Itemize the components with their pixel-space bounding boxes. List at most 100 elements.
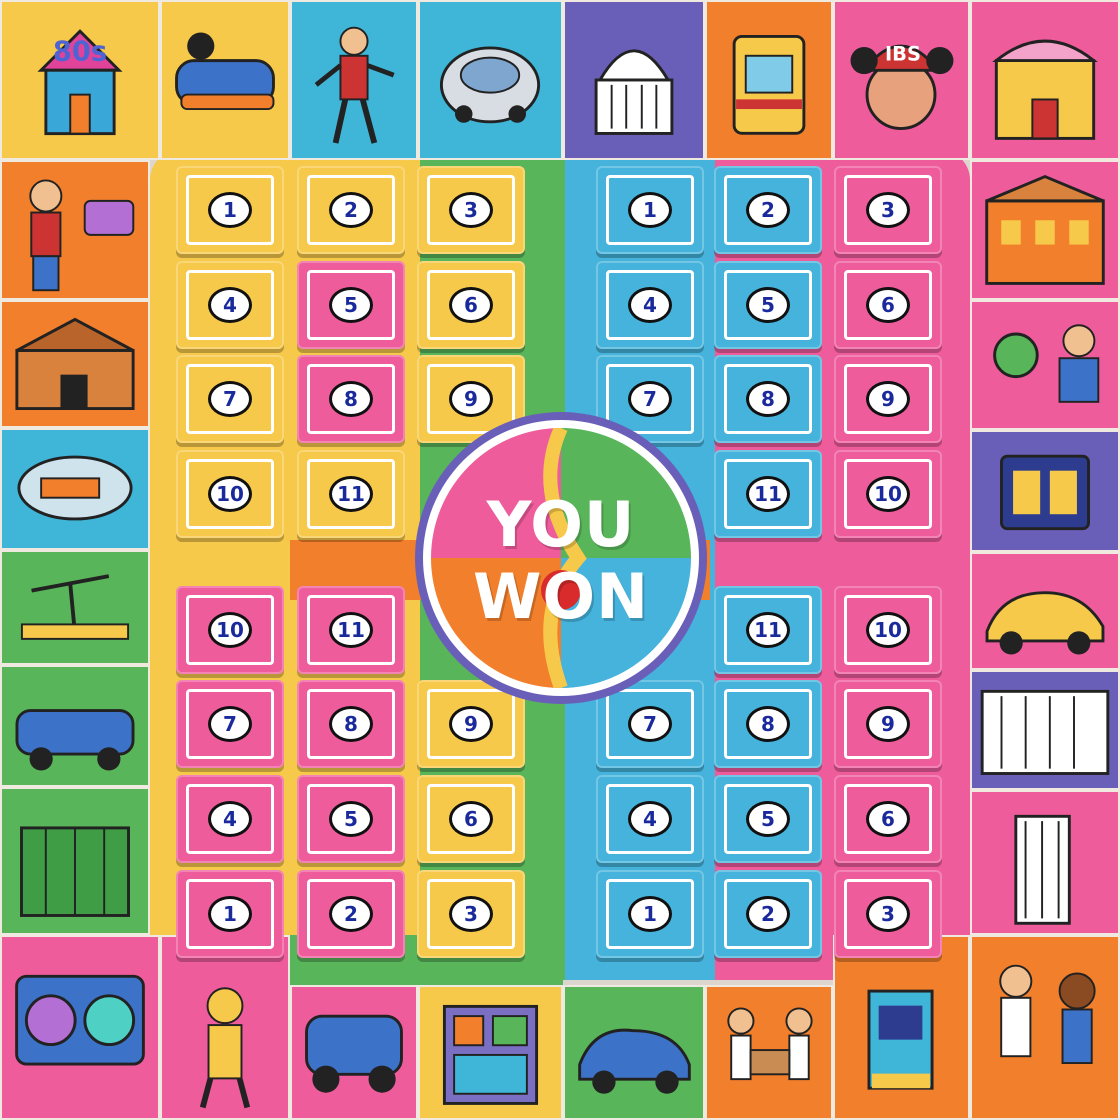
cell-number: 7 — [628, 706, 672, 742]
board-cell-top-left-7[interactable]: 7 — [176, 355, 284, 443]
cell-number: 1 — [208, 896, 252, 932]
tower-building-icon — [970, 160, 1120, 300]
cell-number: 10 — [208, 612, 252, 648]
theater-building-icon — [970, 0, 1120, 160]
cell-number: 11 — [329, 476, 373, 512]
board-cell-bottom-left-3[interactable]: 3 — [417, 870, 525, 958]
board-cell-bottom-left-7[interactable]: 7 — [176, 680, 284, 768]
board-cell-top-left-11[interactable]: 11 — [297, 450, 405, 538]
cell-number: 9 — [866, 381, 910, 417]
cell-number: 1 — [628, 192, 672, 228]
cell-number: 1 — [628, 896, 672, 932]
retro-car-icon — [0, 550, 150, 665]
cell-number: 8 — [746, 381, 790, 417]
board-cell-top-left-4[interactable]: 4 — [176, 261, 284, 349]
cell-number: 5 — [329, 801, 373, 837]
cell-number: 2 — [329, 192, 373, 228]
board-cell-bottom-left-2[interactable]: 2 — [297, 870, 405, 958]
board-cell-bottom-right-9[interactable]: 9 — [834, 680, 942, 768]
board-cell-top-left-10[interactable]: 10 — [176, 450, 284, 538]
board-cell-top-left-6[interactable]: 6 — [417, 261, 525, 349]
board-cell-top-right-11[interactable]: 11 — [714, 450, 822, 538]
board-cell-top-right-4[interactable]: 4 — [596, 261, 704, 349]
cell-number: 3 — [866, 192, 910, 228]
cap-woman-icon: IBS — [833, 0, 970, 160]
board-cell-bottom-left-5[interactable]: 5 — [297, 775, 405, 863]
cell-number: 6 — [449, 287, 493, 323]
cell-number: 6 — [866, 801, 910, 837]
board-cell-top-right-5[interactable]: 5 — [714, 261, 822, 349]
80s-house-icon: 80s — [0, 0, 160, 160]
cell-number: 8 — [329, 381, 373, 417]
board-cell-bottom-right-4[interactable]: 4 — [596, 775, 704, 863]
yellow-sports-car-icon — [833, 935, 970, 1120]
board-cell-top-right-8[interactable]: 8 — [714, 355, 822, 443]
board-cell-bottom-left-10[interactable]: 10 — [176, 586, 284, 674]
stacked-crates-icon — [970, 670, 1120, 790]
old-building-icon — [418, 985, 563, 1120]
cartoon-friends-icon — [563, 985, 705, 1120]
cell-number: 10 — [866, 612, 910, 648]
cell-number: 2 — [329, 896, 373, 932]
cell-number: 2 — [746, 896, 790, 932]
cell-number: 9 — [449, 706, 493, 742]
blue-sports-car-icon — [970, 790, 1120, 935]
board-cell-bottom-right-5[interactable]: 5 — [714, 775, 822, 863]
dancer-icon — [290, 0, 418, 160]
cell-number: 4 — [208, 801, 252, 837]
svg-text:IBS: IBS — [885, 43, 921, 66]
board-cell-bottom-left-4[interactable]: 4 — [176, 775, 284, 863]
board-cell-bottom-right-2[interactable]: 2 — [714, 870, 822, 958]
board-cell-bottom-left-11[interactable]: 11 — [297, 586, 405, 674]
scoreboard-icon — [705, 985, 833, 1120]
boombox-icon — [0, 300, 150, 428]
buggy-icon — [970, 552, 1120, 670]
cell-number: 4 — [628, 801, 672, 837]
cell-number: 5 — [746, 801, 790, 837]
result-badge: YOU WON — [413, 410, 709, 706]
board-cell-top-right-10[interactable]: 10 — [834, 450, 942, 538]
game-board: 80s IBS 1 2 3 4 5 6 7 8 9 10 11 1 2 3 4 … — [0, 0, 1120, 1120]
astronaut-kids-icon — [290, 985, 418, 1120]
cell-number: 1 — [208, 192, 252, 228]
board-cell-top-right-2[interactable]: 2 — [714, 166, 822, 254]
robot-vacuum-icon — [418, 0, 563, 160]
cell-number: 11 — [746, 612, 790, 648]
cell-number: 4 — [208, 287, 252, 323]
board-cell-bottom-left-1[interactable]: 1 — [176, 870, 284, 958]
cell-number: 4 — [628, 287, 672, 323]
cell-number: 11 — [329, 612, 373, 648]
board-cell-top-left-1[interactable]: 1 — [176, 166, 284, 254]
cell-number: 10 — [866, 476, 910, 512]
board-cell-bottom-left-6[interactable]: 6 — [417, 775, 525, 863]
board-cell-top-left-2[interactable]: 2 — [297, 166, 405, 254]
capitol-building-icon — [563, 0, 705, 160]
board-cell-bottom-right-6[interactable]: 6 — [834, 775, 942, 863]
board-cell-top-right-6[interactable]: 6 — [834, 261, 942, 349]
svg-text:80s: 80s — [53, 36, 107, 67]
cell-number: 7 — [208, 706, 252, 742]
board-cell-bottom-right-3[interactable]: 3 — [834, 870, 942, 958]
board-cell-bottom-right-1[interactable]: 1 — [596, 870, 704, 958]
board-cell-top-right-9[interactable]: 9 — [834, 355, 942, 443]
cell-number: 8 — [746, 706, 790, 742]
cell-number: 5 — [746, 287, 790, 323]
city-hall-icon — [0, 428, 150, 550]
cell-number: 7 — [208, 381, 252, 417]
board-cell-bottom-right-11[interactable]: 11 — [714, 586, 822, 674]
board-cell-bottom-right-10[interactable]: 10 — [834, 586, 942, 674]
board-cell-top-left-3[interactable]: 3 — [417, 166, 525, 254]
board-cell-top-right-1[interactable]: 1 — [596, 166, 704, 254]
board-cell-bottom-left-8[interactable]: 8 — [297, 680, 405, 768]
cell-number: 9 — [866, 706, 910, 742]
board-cell-bottom-right-8[interactable]: 8 — [714, 680, 822, 768]
cell-number: 11 — [746, 476, 790, 512]
board-cell-top-left-8[interactable]: 8 — [297, 355, 405, 443]
board-cell-top-right-3[interactable]: 3 — [834, 166, 942, 254]
cell-number: 2 — [746, 192, 790, 228]
stereo-speakers-icon — [970, 300, 1120, 430]
board-cell-top-left-5[interactable]: 5 — [297, 261, 405, 349]
clown-icon — [970, 430, 1120, 552]
cell-number: 8 — [329, 706, 373, 742]
cell-number: 6 — [449, 801, 493, 837]
